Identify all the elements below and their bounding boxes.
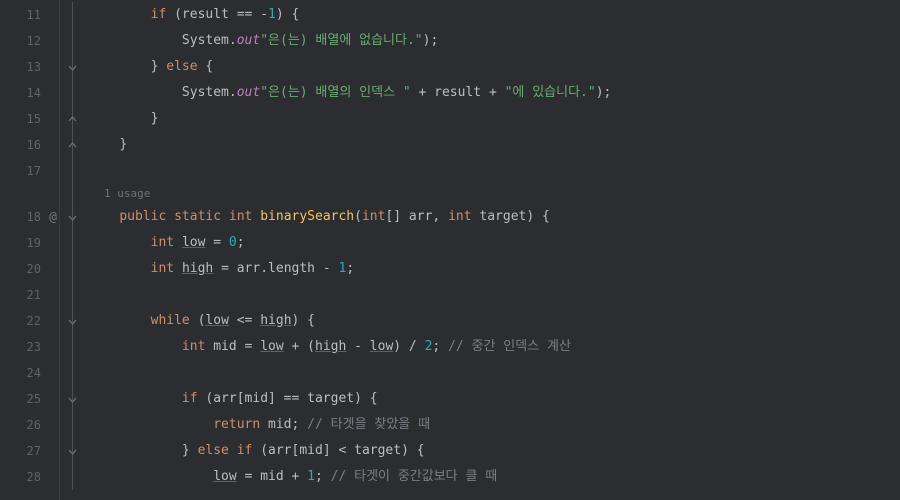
gutter-at-icon[interactable]: @ [49,210,57,225]
code-line[interactable] [88,282,900,308]
line-number: 22 [0,308,59,334]
line-number: 13 [0,54,59,80]
code-content[interactable]: if (result == -1) { System.out"은(는) 배열에 … [84,0,900,500]
code-line[interactable]: int high = arr.length - 1; [88,256,900,282]
code-line[interactable]: int mid = low + (high - low) / 2; // 중간 … [88,334,900,360]
usage-hint[interactable]: 1 usage [88,184,900,204]
code-line[interactable]: } [88,106,900,132]
line-number: 17 [0,158,59,184]
fold-close-icon[interactable] [67,114,78,125]
line-number: 18@ [0,204,59,230]
code-line[interactable]: } else { [88,54,900,80]
line-number: 12 [0,28,59,54]
line-number: 16 [0,132,59,158]
fold-toggle-icon[interactable] [67,316,78,327]
code-line[interactable]: if (arr[mid] == target) { [88,386,900,412]
line-number: 19 [0,230,59,256]
code-line[interactable] [88,360,900,386]
code-line[interactable]: } else if (arr[mid] < target) { [88,438,900,464]
code-line[interactable]: System.out"은(는) 배열의 인덱스 " + result + "에 … [88,80,900,106]
fold-toggle-icon[interactable] [67,62,78,73]
line-number: 26 [0,412,59,438]
code-line[interactable]: int low = 0; [88,230,900,256]
line-number-gutter: 11 12 13 14 15 16 17 18@ 19 20 21 22 23 … [0,0,60,500]
line-number: 14 [0,80,59,106]
code-line[interactable]: public static int binarySearch(int[] arr… [88,204,900,230]
line-number [0,184,59,204]
line-number: 28 [0,464,59,490]
code-line[interactable]: } [88,132,900,158]
line-number: 15 [0,106,59,132]
line-number: 11 [0,2,59,28]
code-line[interactable]: if (result == -1) { [88,2,900,28]
code-line[interactable] [88,158,900,184]
fold-column [60,0,84,500]
line-number: 25 [0,386,59,412]
code-editor[interactable]: 11 12 13 14 15 16 17 18@ 19 20 21 22 23 … [0,0,900,500]
fold-toggle-icon[interactable] [67,212,78,223]
fold-close-icon[interactable] [67,140,78,151]
line-number: 24 [0,360,59,386]
fold-toggle-icon[interactable] [67,446,78,457]
fold-toggle-icon[interactable] [67,394,78,405]
line-number: 23 [0,334,59,360]
code-line[interactable]: low = mid + 1; // 타겟이 중간값보다 클 때 [88,464,900,490]
code-line[interactable]: while (low <= high) { [88,308,900,334]
line-number: 20 [0,256,59,282]
code-line[interactable]: System.out"은(는) 배열에 없습니다."); [88,28,900,54]
line-number: 21 [0,282,59,308]
code-line[interactable]: return mid; // 타겟을 찾았을 때 [88,412,900,438]
line-number: 27 [0,438,59,464]
